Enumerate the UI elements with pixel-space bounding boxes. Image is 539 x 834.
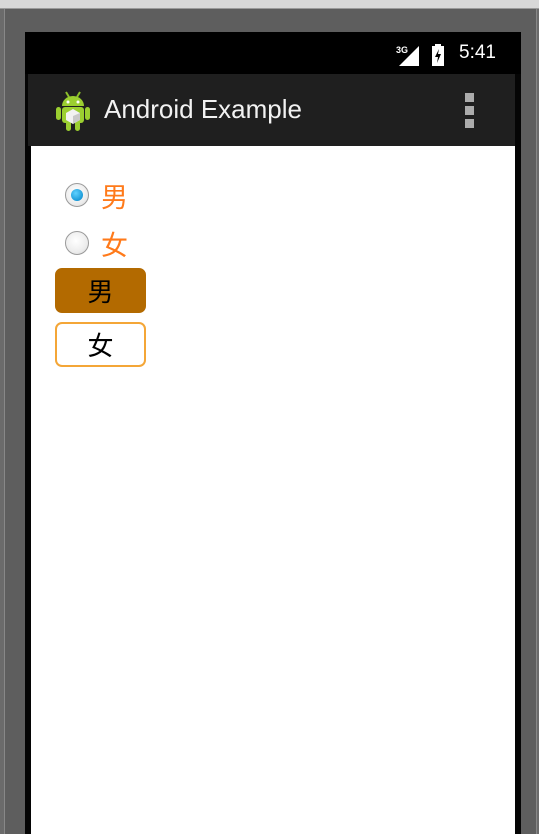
toggle-button-female[interactable]: 女 (55, 322, 146, 367)
app-title: Android Example (104, 94, 302, 124)
status-bar: 3G 5:41 (25, 32, 521, 74)
android-robot-icon[interactable] (54, 90, 92, 132)
radio-female[interactable]: 女 (65, 223, 128, 263)
overflow-menu-icon[interactable] (463, 93, 477, 129)
radio-label-male: 男 (101, 182, 128, 214)
radio-label-female: 女 (101, 230, 128, 262)
window-top-strip (0, 0, 539, 9)
toggle-button-male[interactable]: 男 (55, 268, 146, 313)
battery-icon (432, 44, 444, 66)
radio-button-checked[interactable] (65, 183, 89, 207)
radio-male[interactable]: 男 (65, 175, 128, 215)
action-bar: Android Example (28, 74, 515, 146)
radio-button-unchecked[interactable] (65, 231, 89, 255)
signal-strength-icon (399, 46, 419, 66)
device-screen: 3G 5:41 Android Example 男 女 男 女 (25, 32, 521, 834)
clock: 5:41 (459, 42, 496, 63)
content-area: 男 女 男 女 (31, 146, 515, 834)
